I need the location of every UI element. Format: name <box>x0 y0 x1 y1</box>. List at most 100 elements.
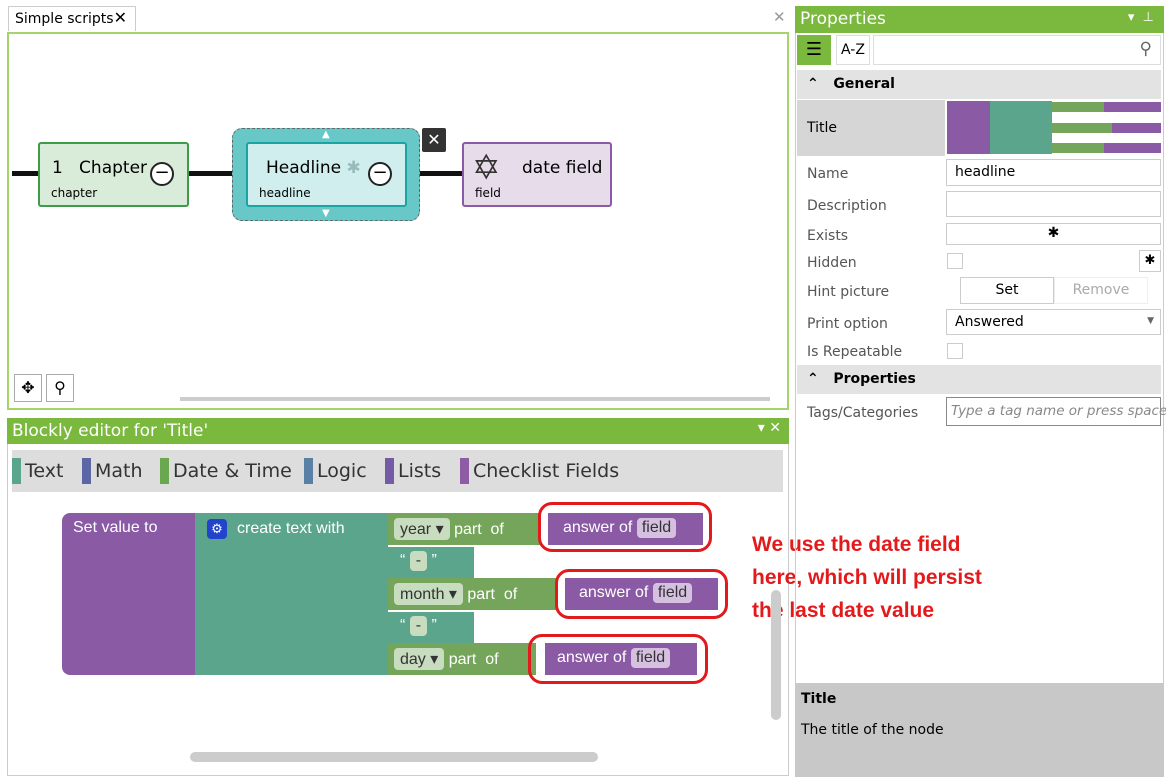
highlight-ellipse <box>538 502 712 552</box>
print-option-label: Print option <box>807 316 888 332</box>
puzzle-icon: ✱ <box>346 158 361 178</box>
part-dropdown[interactable]: day ▾ <box>394 648 445 670</box>
pan-button[interactable]: ✥ <box>14 374 42 402</box>
text-separator-block[interactable]: “ - ” <box>388 612 474 643</box>
block-label: part of <box>467 586 518 603</box>
hidden-checkbox[interactable] <box>947 253 963 269</box>
horizontal-scrollbar[interactable] <box>180 397 770 401</box>
block-label: part of <box>454 521 504 538</box>
is-repeatable-checkbox[interactable] <box>947 343 963 359</box>
exists-condition-button[interactable]: ✱ <box>946 223 1161 245</box>
headline-node[interactable]: Headline ✱ headline − <box>246 142 407 207</box>
category-label: Text <box>25 460 64 482</box>
category-label: Checklist Fields <box>473 460 620 482</box>
node-title: Headline <box>266 158 342 178</box>
pin-icon[interactable]: ▾ ⊥ <box>1128 10 1154 25</box>
script-canvas[interactable] <box>7 32 789 410</box>
move-icon: ✥ <box>21 378 35 397</box>
text-separator-block[interactable]: “ - ” <box>388 547 474 578</box>
set-hint-button[interactable]: Set <box>960 277 1054 304</box>
delete-node-button[interactable]: ✕ <box>422 128 446 152</box>
blockly-toolbox: Text Math Date & Time Logic Lists Checkl… <box>12 450 783 492</box>
print-option-select[interactable]: Answered ▼ <box>946 309 1161 335</box>
description-label: Description <box>807 198 887 214</box>
highlight-ellipse <box>555 569 728 619</box>
text-value[interactable]: - <box>409 616 428 636</box>
tags-input[interactable]: Type a tag name or press space. <box>946 397 1166 426</box>
name-label: Name <box>807 166 849 182</box>
section-general[interactable]: ⌃ General <box>797 70 1161 99</box>
tab-label: Simple scripts <box>15 11 114 27</box>
hidden-condition-button[interactable]: ✱ <box>1139 250 1161 272</box>
print-option-value: Answered <box>955 314 1024 330</box>
star-icon: ✡ <box>472 148 501 188</box>
tags-label: Tags/Categories <box>807 405 919 421</box>
section-label: Properties <box>833 371 916 387</box>
alphabetical-view-button[interactable]: A-Z <box>836 35 870 65</box>
zoom-button[interactable]: ⚲ <box>46 374 74 402</box>
properties-header: Properties ▾ ⊥ <box>795 6 1164 33</box>
remove-hint-button[interactable]: Remove <box>1054 277 1148 304</box>
pane-close-icon[interactable]: ✕ <box>773 8 786 26</box>
is-repeatable-label: Is Repeatable <box>807 344 903 360</box>
category-checklist-fields[interactable]: Checklist Fields <box>460 458 619 484</box>
section-properties[interactable]: ⌃ Properties <box>797 365 1161 394</box>
category-text[interactable]: Text <box>12 458 63 484</box>
node-type: headline <box>259 186 311 200</box>
category-label: Math <box>95 460 143 482</box>
vertical-scrollbar[interactable] <box>771 590 781 720</box>
category-label: Date & Time <box>173 460 292 482</box>
tab-close-icon[interactable]: ✕ <box>114 8 127 27</box>
category-date-time[interactable]: Date & Time <box>160 458 292 484</box>
collapse-icon[interactable]: − <box>368 162 392 186</box>
description-input[interactable] <box>946 191 1161 217</box>
blockly-header: Blockly editor for 'Title' ▾ ✕ <box>7 418 789 444</box>
chapter-node[interactable]: 1 Chapter chapter − <box>38 142 189 207</box>
node-title: date field <box>522 158 603 178</box>
category-label: Lists <box>398 460 442 482</box>
day-part-block[interactable]: day ▾ part of <box>388 643 536 675</box>
category-logic[interactable]: Logic <box>304 458 367 484</box>
property-search-input[interactable]: ⚲ <box>873 35 1161 65</box>
hidden-label: Hidden <box>807 255 857 271</box>
title-blockly-preview[interactable] <box>947 101 1162 154</box>
part-dropdown[interactable]: year ▾ <box>394 518 450 540</box>
node-type: field <box>475 186 501 200</box>
tab-simple-scripts[interactable]: Simple scripts ✕ <box>8 6 136 31</box>
move-down-icon[interactable]: ▼ <box>322 208 330 219</box>
help-title: Title <box>801 691 837 707</box>
list-icon: ☰ <box>805 39 823 60</box>
move-up-icon[interactable]: ▲ <box>322 129 330 140</box>
gear-icon[interactable]: ⚙ <box>207 519 227 539</box>
node-title: Chapter <box>79 158 148 178</box>
create-text-block[interactable]: ⚙ create text with <box>195 513 388 675</box>
part-dropdown[interactable]: month ▾ <box>394 583 463 605</box>
chapter-number: 1 <box>52 158 63 178</box>
category-label: Logic <box>317 460 367 482</box>
horizontal-scrollbar[interactable] <box>190 752 598 762</box>
date-field-node[interactable]: ✡ date field field <box>462 142 612 207</box>
text-value[interactable]: - <box>409 551 428 571</box>
help-text: The title of the node <box>801 722 944 738</box>
properties-title: Properties <box>800 9 886 29</box>
exists-label: Exists <box>807 228 849 244</box>
chevron-down-icon: ▼ <box>1147 316 1154 326</box>
block-label: part of <box>448 651 499 668</box>
puzzle-icon: ✱ <box>1144 253 1156 268</box>
collapse-icon[interactable]: − <box>150 162 174 186</box>
block-label: create text with <box>237 520 345 537</box>
title-label: Title <box>807 120 838 136</box>
magnifier-icon: ⚲ <box>54 378 66 397</box>
hint-picture-label: Hint picture <box>807 284 890 300</box>
month-part-block[interactable]: month ▾ part of <box>388 578 558 610</box>
block-label: Set value to <box>73 519 158 536</box>
category-lists[interactable]: Lists <box>385 458 441 484</box>
category-math[interactable]: Math <box>82 458 143 484</box>
name-input[interactable]: headline <box>946 159 1161 186</box>
year-part-block[interactable]: year ▾ part of <box>388 513 540 545</box>
highlight-ellipse <box>528 634 708 684</box>
set-value-block[interactable]: Set value to <box>62 513 196 675</box>
pane-controls-icon[interactable]: ▾ ✕ <box>758 420 781 436</box>
categorized-view-button[interactable]: ☰ <box>797 35 831 65</box>
help-panel: Title The title of the node <box>795 683 1164 777</box>
